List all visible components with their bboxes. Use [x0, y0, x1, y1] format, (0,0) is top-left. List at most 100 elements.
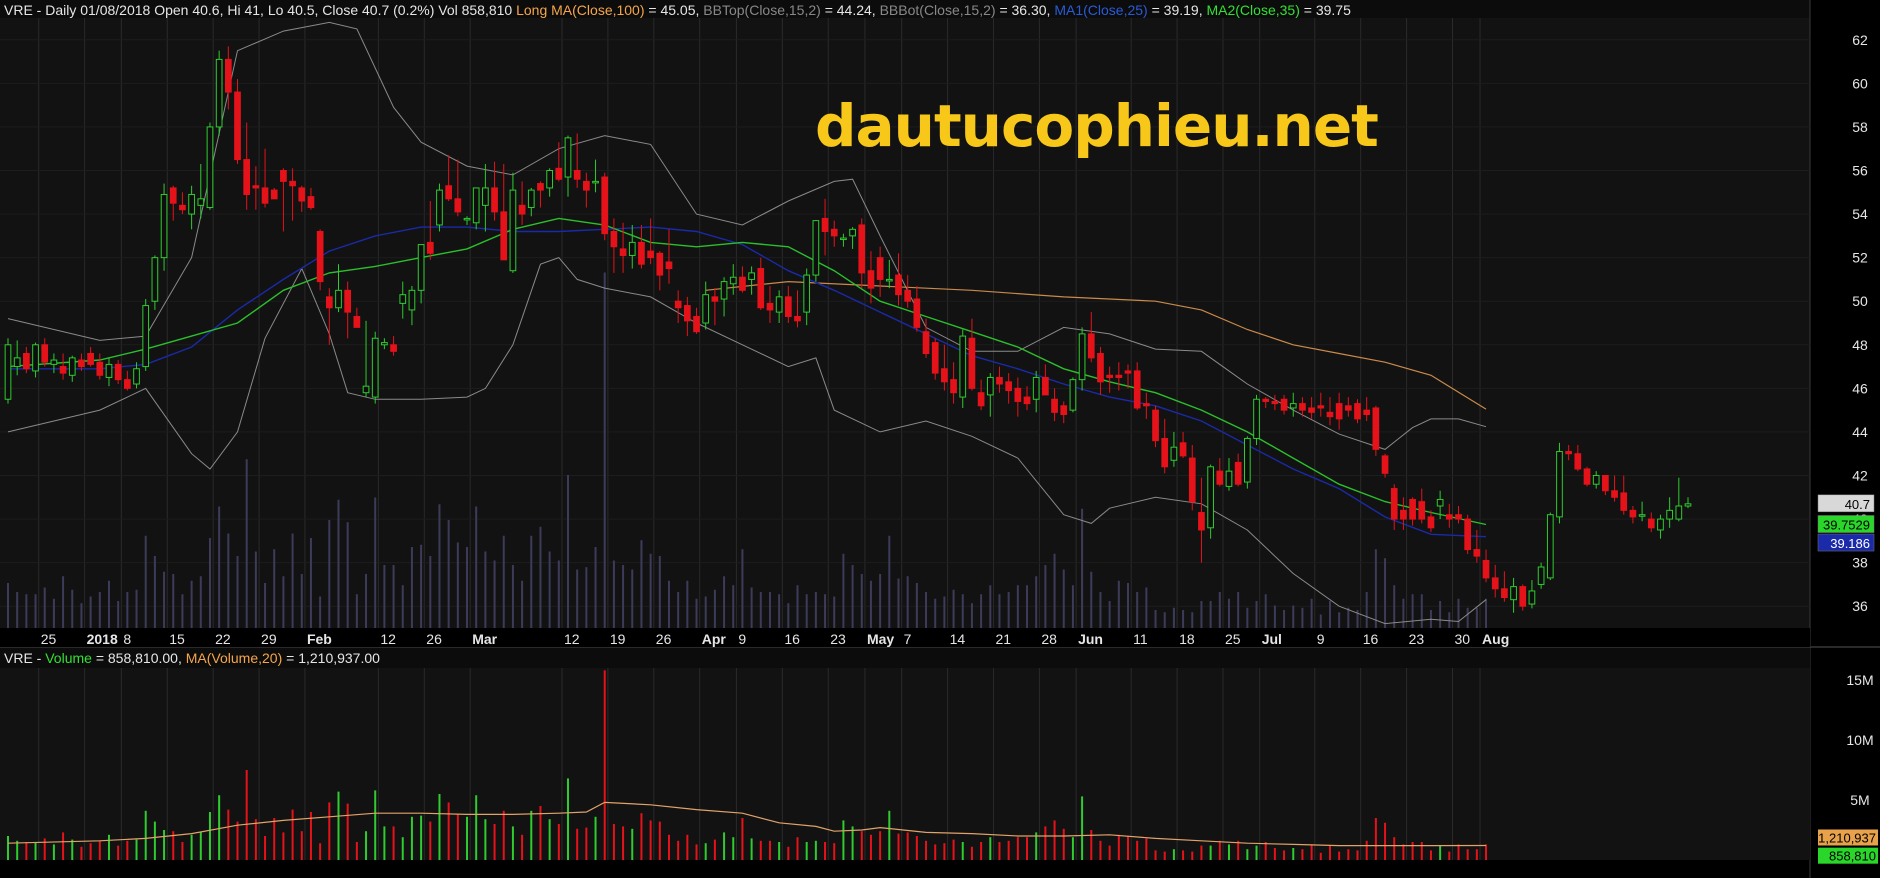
date-axis-label: Jul: [1262, 631, 1282, 647]
candle-body: [1473, 549, 1481, 557]
candle-body: [628, 241, 636, 256]
candle-body: [1014, 387, 1022, 402]
candle-body: [1537, 566, 1545, 585]
candle-body: [68, 357, 76, 376]
price-chart-title: VRE - Daily 01/08/2018 Open 40.6, Hi 41,…: [4, 2, 1351, 18]
bbtop-label: BBTop(Close,15,2): [703, 2, 821, 18]
candle-body: [1106, 374, 1113, 378]
candle-body: [1418, 501, 1426, 520]
price-axis-label: 48: [1852, 337, 1868, 353]
chart-root: 3638404244464850525456586062252018815222…: [0, 0, 1880, 878]
candle-body: [1354, 403, 1361, 420]
candle-body: [720, 281, 728, 300]
candle-body: [1620, 492, 1628, 511]
candle-body: [1207, 466, 1214, 529]
candle-body: [426, 241, 434, 254]
candle-body: [858, 224, 866, 274]
volume-axis-label: 15M: [1846, 672, 1873, 688]
candle-body: [812, 220, 820, 276]
candle-body: [904, 289, 912, 302]
candle-body: [775, 296, 783, 313]
date-axis-label: 26: [426, 631, 442, 647]
candle-body: [142, 305, 150, 368]
date-axis-label: 2018: [87, 631, 118, 647]
candle-body: [436, 189, 443, 226]
candle-body: [1455, 514, 1462, 520]
candle-body: [1611, 490, 1618, 498]
candle-body: [1647, 518, 1655, 529]
candle-body: [1436, 498, 1444, 507]
candle-body: [729, 276, 737, 285]
candle-body: [353, 315, 361, 328]
bbtop-value: = 44.24,: [824, 2, 876, 18]
candle-body: [674, 300, 682, 309]
candle-body: [1087, 333, 1095, 359]
candle-body: [1574, 453, 1582, 470]
candle-body: [601, 176, 609, 235]
candle-body: [87, 353, 94, 365]
candle-body: [647, 250, 654, 259]
ma25-tag: 39.186: [1830, 536, 1870, 551]
date-axis-label: 23: [830, 631, 846, 647]
price-axis-label: 60: [1852, 75, 1868, 91]
candle-body: [59, 366, 67, 374]
volume-ma-value: = 1,210,937.00: [286, 650, 380, 666]
candle-body: [968, 337, 976, 389]
date-axis-label: Aug: [1482, 631, 1509, 647]
candle-body: [1684, 503, 1692, 507]
candle-body: [592, 180, 599, 184]
candle-body: [445, 185, 453, 200]
candle-body: [702, 294, 710, 324]
volume-panel: 15M 10M 5M 1,210,937 858,810: [0, 648, 1878, 864]
candle-body: [1629, 509, 1637, 518]
candle-body: [537, 183, 544, 191]
candle-body: [114, 363, 122, 381]
candle-body: [1372, 407, 1380, 450]
candle-body: [546, 170, 553, 189]
candle-body: [252, 185, 260, 189]
candle-body: [693, 315, 700, 333]
candle-body: [151, 257, 159, 302]
date-axis-label: Jun: [1078, 631, 1103, 647]
volume-label: Volume: [45, 650, 92, 666]
candle-body: [197, 198, 205, 206]
candle-body: [1638, 514, 1646, 517]
candle-body: [1170, 446, 1178, 461]
candle-body: [1299, 403, 1306, 411]
candle-body: [261, 187, 269, 204]
candle-body: [1225, 470, 1233, 487]
candle-body: [1253, 398, 1260, 439]
candle-body: [32, 344, 39, 372]
candle-body: [215, 58, 223, 128]
price-axis-label: 62: [1852, 32, 1868, 48]
ma100-value: = 45.05,: [648, 2, 700, 18]
price-axis-label: 50: [1852, 293, 1868, 309]
candle-body: [1069, 379, 1077, 411]
ma35-tag: 39.7529: [1823, 518, 1870, 533]
candle-body: [316, 231, 324, 283]
candle-body: [638, 241, 645, 265]
candle-body: [1179, 442, 1187, 457]
last-price-tag: 40.7: [1845, 497, 1870, 512]
candle-body: [270, 189, 278, 200]
date-axis-label: 25: [41, 631, 57, 647]
volume-axis-label: 10M: [1846, 732, 1873, 748]
candle-body: [683, 305, 691, 322]
candle-body: [224, 58, 232, 93]
candle-body: [4, 344, 12, 400]
candle-body: [491, 187, 498, 213]
candle-body: [454, 198, 462, 213]
date-axis-label: 12: [564, 631, 580, 647]
date-axis-label: 30: [1454, 631, 1470, 647]
candle-body: [1188, 457, 1196, 503]
candle-body: [1133, 370, 1141, 409]
price-axis-label: 46: [1852, 380, 1868, 396]
candle-body: [830, 228, 838, 237]
date-axis-label: 26: [656, 631, 672, 647]
date-axis-label: 11: [1133, 631, 1148, 647]
candle-body: [1280, 398, 1288, 411]
candle-body: [711, 296, 719, 302]
candle-body: [867, 270, 875, 289]
candle-body: [362, 385, 370, 394]
candle-body: [1400, 509, 1407, 520]
